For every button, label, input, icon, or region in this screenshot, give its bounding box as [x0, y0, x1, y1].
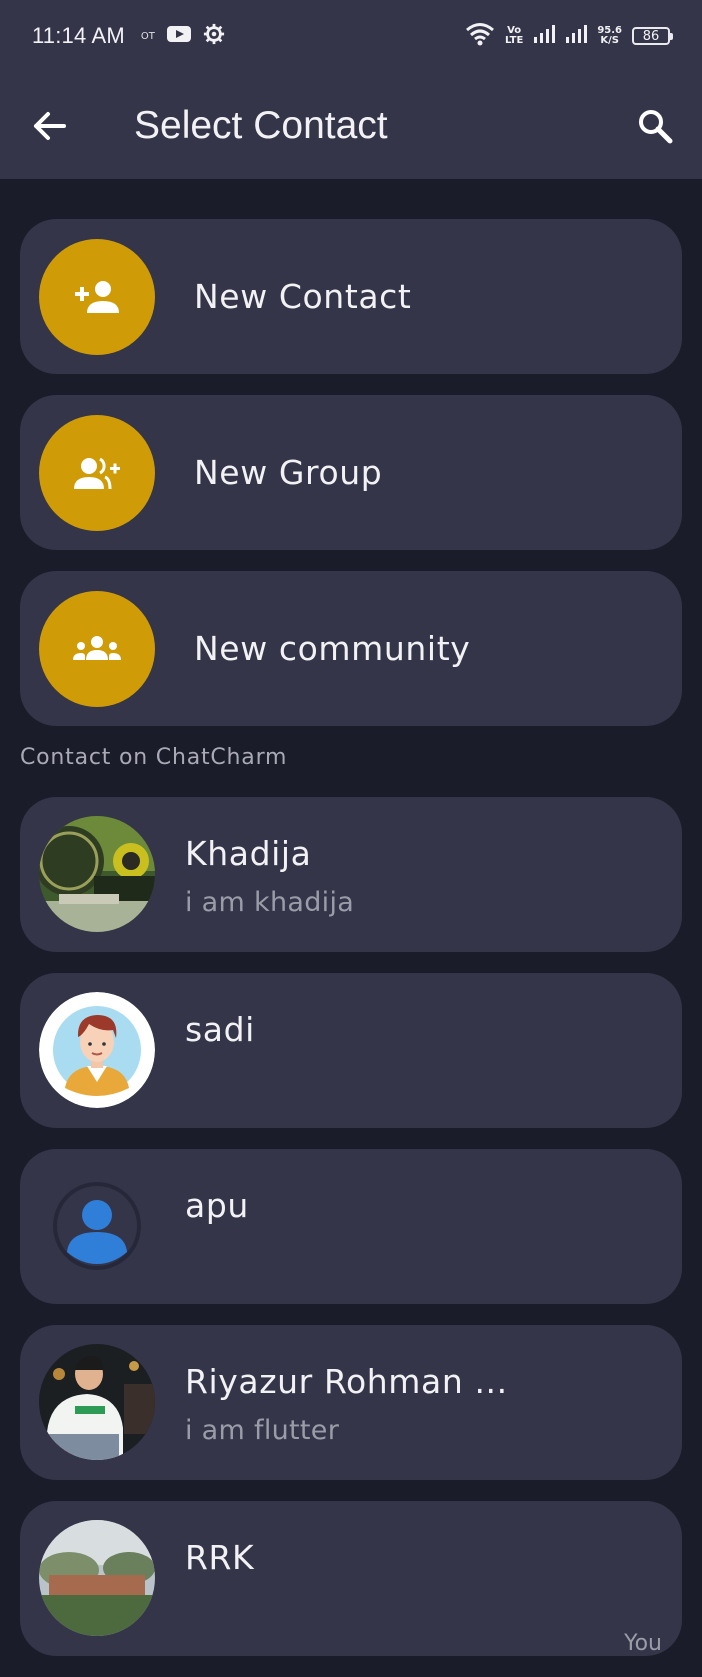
contact-status: i am khadija [185, 887, 355, 918]
contact-item-khadija[interactable]: Khadija i am khadija [20, 797, 682, 952]
community-icon [39, 590, 155, 707]
person-add-icon [39, 238, 155, 355]
contact-name: Khadija [185, 834, 312, 873]
action-list: New Contact New Group New community [20, 219, 682, 747]
signal-icon-sim2 [565, 24, 588, 49]
group-add-icon [39, 414, 155, 531]
new-contact-button[interactable]: New Contact [20, 219, 682, 374]
wifi-icon [465, 22, 495, 51]
contact-name: sadi [185, 1010, 255, 1049]
contact-item-riyazur[interactable]: Riyazur Rohman ... i am flutter [20, 1325, 682, 1480]
new-contact-label: New Contact [194, 277, 412, 316]
avatar [39, 816, 155, 932]
new-group-button[interactable]: New Group [20, 395, 682, 550]
page-title: Select Contact [134, 103, 388, 147]
contact-item-apu[interactable]: apu [20, 1149, 682, 1304]
avatar [39, 1520, 155, 1636]
network-speed: 95.6 K/S [597, 26, 622, 46]
settings-gear-icon [203, 23, 225, 50]
volte-bottom-text: LTE [504, 35, 524, 46]
search-icon[interactable] [628, 99, 682, 153]
avatar [39, 1344, 155, 1460]
back-arrow-icon[interactable] [22, 99, 76, 153]
new-community-label: New community [194, 629, 471, 668]
battery-level: 86 [642, 28, 660, 44]
youtube-icon [166, 24, 191, 48]
app-bar: Select Contact [0, 72, 702, 179]
contact-item-rrk[interactable]: RRK You [20, 1501, 682, 1656]
new-group-label: New Group [194, 453, 383, 492]
battery-icon: 86 [632, 27, 673, 45]
speed-unit: K/S [600, 35, 619, 46]
contact-name: RRK [185, 1538, 255, 1577]
contact-name: apu [185, 1186, 249, 1225]
contact-list: Khadija i am khadija sadi apu Riyazur Ro… [20, 797, 682, 1677]
section-header: Contact on ChatCharm [20, 745, 288, 770]
ot-indicator: OT [140, 30, 155, 42]
status-bar: 11:14 AM OT Vo LTE 95.6 K/S 86 [0, 0, 702, 72]
new-community-button[interactable]: New community [20, 571, 682, 726]
volte-indicator: Vo LTE [505, 26, 523, 46]
contact-name: Riyazur Rohman ... [185, 1362, 508, 1401]
contact-status: i am flutter [185, 1415, 340, 1446]
you-badge: You [624, 1631, 662, 1656]
status-time: 11:14 AM [32, 23, 125, 48]
avatar [39, 992, 155, 1108]
contact-item-sadi[interactable]: sadi [20, 973, 682, 1128]
default-avatar-icon [39, 1168, 155, 1284]
signal-icon-sim1 [533, 24, 556, 49]
